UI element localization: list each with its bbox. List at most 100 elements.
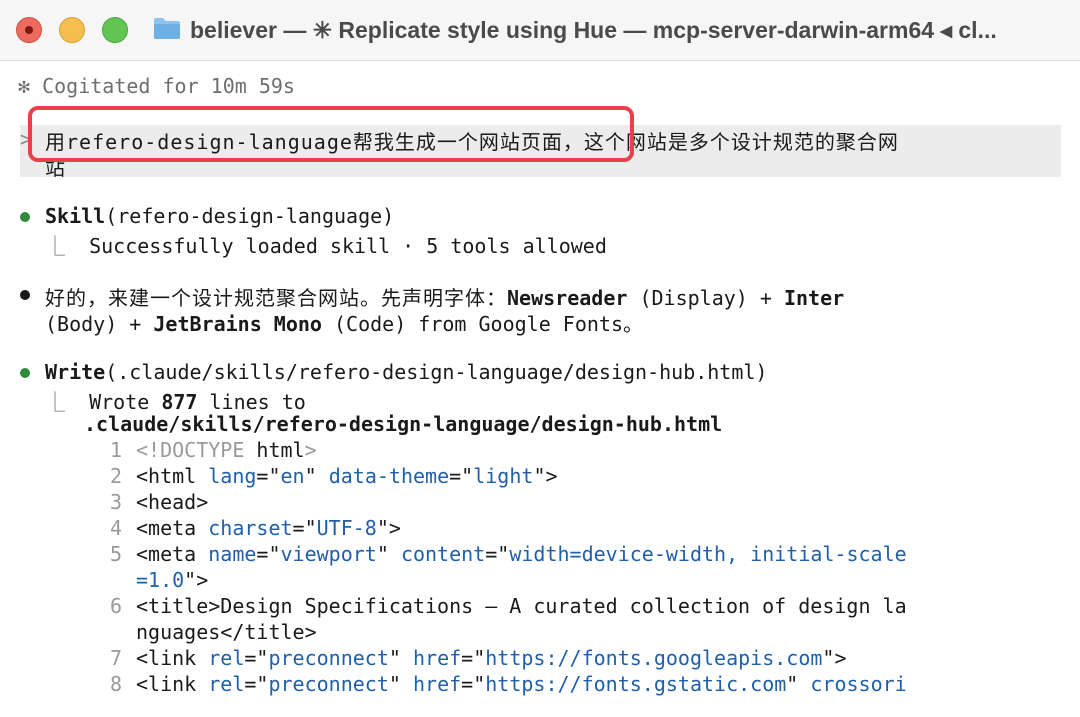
code-token: <!DOCTYPE [136, 438, 257, 462]
write-result-line: ⎿ Wrote 877 lines to [45, 386, 306, 415]
code-line: <!DOCTYPE html> [136, 438, 317, 462]
skill-result-line: ⎿ Successfully loaded skill · 5 tools al… [45, 230, 607, 259]
write-tool-args: (.claude/skills/refero-design-language/d… [105, 360, 768, 384]
code-token: "> [376, 516, 401, 540]
code-token: rel [208, 646, 245, 670]
reply-text-prefix: 好的，来建一个设计规范聚合网站。先声明字体： [45, 286, 507, 310]
code-token: charset [208, 516, 293, 540]
skill-tool-args: (refero-design-language) [105, 204, 395, 228]
write-line-count: 877 [161, 390, 198, 414]
code-token: lang [208, 464, 257, 488]
code-token: <meta [136, 516, 209, 540]
code-token: <title>Design Specifications — A curated… [136, 594, 907, 618]
reply-line-2-prefix: (Body) + [45, 312, 154, 336]
code-token: " [304, 464, 329, 488]
status-glyph-icon: ✻ [18, 74, 31, 98]
code-line: <head> [136, 490, 208, 514]
code-token: nguages</title> [136, 620, 317, 644]
code-token: > [304, 438, 317, 462]
tool-call-dot-icon [20, 212, 30, 222]
code-token: =" [485, 542, 510, 566]
minimize-button[interactable] [59, 17, 85, 43]
terminal-window: believer — ✳ Replicate style using Hue —… [0, 0, 1080, 717]
reply-font-1: Newsreader [507, 286, 628, 310]
code-token: preconnect [268, 672, 389, 696]
window-title: believer — ✳ Replicate style using Hue —… [190, 17, 997, 43]
code-token: " [786, 672, 811, 696]
code-token: " [388, 646, 413, 670]
result-branch-icon: ⎿ [45, 234, 65, 258]
code-token: href [412, 646, 462, 670]
code-token: =" [461, 646, 486, 670]
code-token: content [400, 542, 486, 566]
code-token: light [473, 464, 534, 488]
code-token: crossori [810, 672, 907, 696]
result-branch-icon: ⎿ [45, 390, 65, 414]
code-token: https://fonts.googleapis.com [485, 646, 823, 670]
code-token: " [376, 542, 401, 566]
code-line: <title>Design Specifications — A curated… [136, 594, 907, 618]
code-token: =" [244, 646, 269, 670]
code-token: href [412, 672, 462, 696]
write-tool-name: Write [45, 360, 106, 384]
reply-font-1-note: (Display) + [627, 286, 784, 310]
write-file-path: .claude/skills/refero-design-language/de… [84, 412, 723, 436]
code-token: =" [244, 672, 269, 696]
code-token: UTF-8 [316, 516, 377, 540]
code-token: <meta [136, 542, 209, 566]
code-line: =1.0"> [136, 568, 208, 592]
close-button[interactable] [16, 17, 42, 43]
code-token: html [256, 438, 305, 462]
code-token: https://fonts.gstatic.com [485, 672, 787, 696]
code-token: en [280, 464, 305, 488]
code-token: "> [822, 646, 847, 670]
write-result-suffix: lines to [197, 390, 306, 414]
code-token: name [208, 542, 257, 566]
reply-font-3: JetBrains Mono [153, 312, 322, 336]
code-line: <link rel="preconnect" href="https://fon… [136, 646, 847, 670]
folder-icon [154, 18, 180, 39]
code-token: =" [292, 516, 317, 540]
reply-font-2: Inter [783, 286, 845, 310]
code-token: preconnect [268, 646, 389, 670]
line-number: 2 [110, 464, 123, 488]
reply-line-2-suffix: (Code) from Google Fonts。 [321, 312, 643, 336]
title-bar: believer — ✳ Replicate style using Hue —… [0, 0, 1080, 61]
skill-result-text: Successfully loaded skill · 5 tools allo… [89, 234, 607, 258]
line-number: 3 [110, 490, 123, 514]
status-text: Cogitated for 10m 59s [42, 74, 295, 98]
code-token: =1.0 [136, 568, 185, 592]
code-token: data-theme [328, 464, 450, 488]
status-line: ✻ Cogitated for 10m 59s [18, 74, 295, 98]
code-token: "> [533, 464, 558, 488]
code-token: rel [208, 672, 245, 696]
code-token: "> [184, 568, 209, 592]
code-token: =" [256, 542, 281, 566]
line-number: 1 [110, 438, 123, 462]
reply-line-2: (Body) + JetBrains Mono (Code) from Goog… [45, 308, 643, 337]
reply-dot-icon [20, 290, 30, 300]
line-number: 7 [110, 646, 123, 670]
line-number: 4 [110, 516, 123, 540]
code-token: =" [256, 464, 281, 488]
write-result-prefix: Wrote [89, 390, 162, 414]
tool-call-dot-icon [20, 368, 30, 378]
code-token: =" [461, 672, 486, 696]
code-token: <head> [136, 490, 209, 514]
write-call-line: Write(.claude/skills/refero-design-langu… [45, 360, 767, 384]
code-token: width=device-width, initial-scale [509, 542, 907, 566]
skill-call-line: Skill(refero-design-language) [45, 204, 394, 228]
code-token: " [388, 672, 413, 696]
code-token: <html [136, 464, 209, 488]
skill-tool-name: Skill [45, 204, 106, 228]
code-line: <link rel="preconnect" href="https://fon… [136, 672, 907, 696]
line-number: 6 [110, 594, 123, 618]
code-line: <html lang="en" data-theme="light"> [136, 464, 558, 488]
code-token: <link [136, 646, 209, 670]
line-number: 5 [110, 542, 123, 566]
code-line: nguages</title> [136, 620, 317, 644]
code-token: <link [136, 672, 209, 696]
line-number: 8 [110, 672, 123, 696]
code-token: viewport [280, 542, 377, 566]
maximize-button[interactable] [102, 17, 128, 43]
